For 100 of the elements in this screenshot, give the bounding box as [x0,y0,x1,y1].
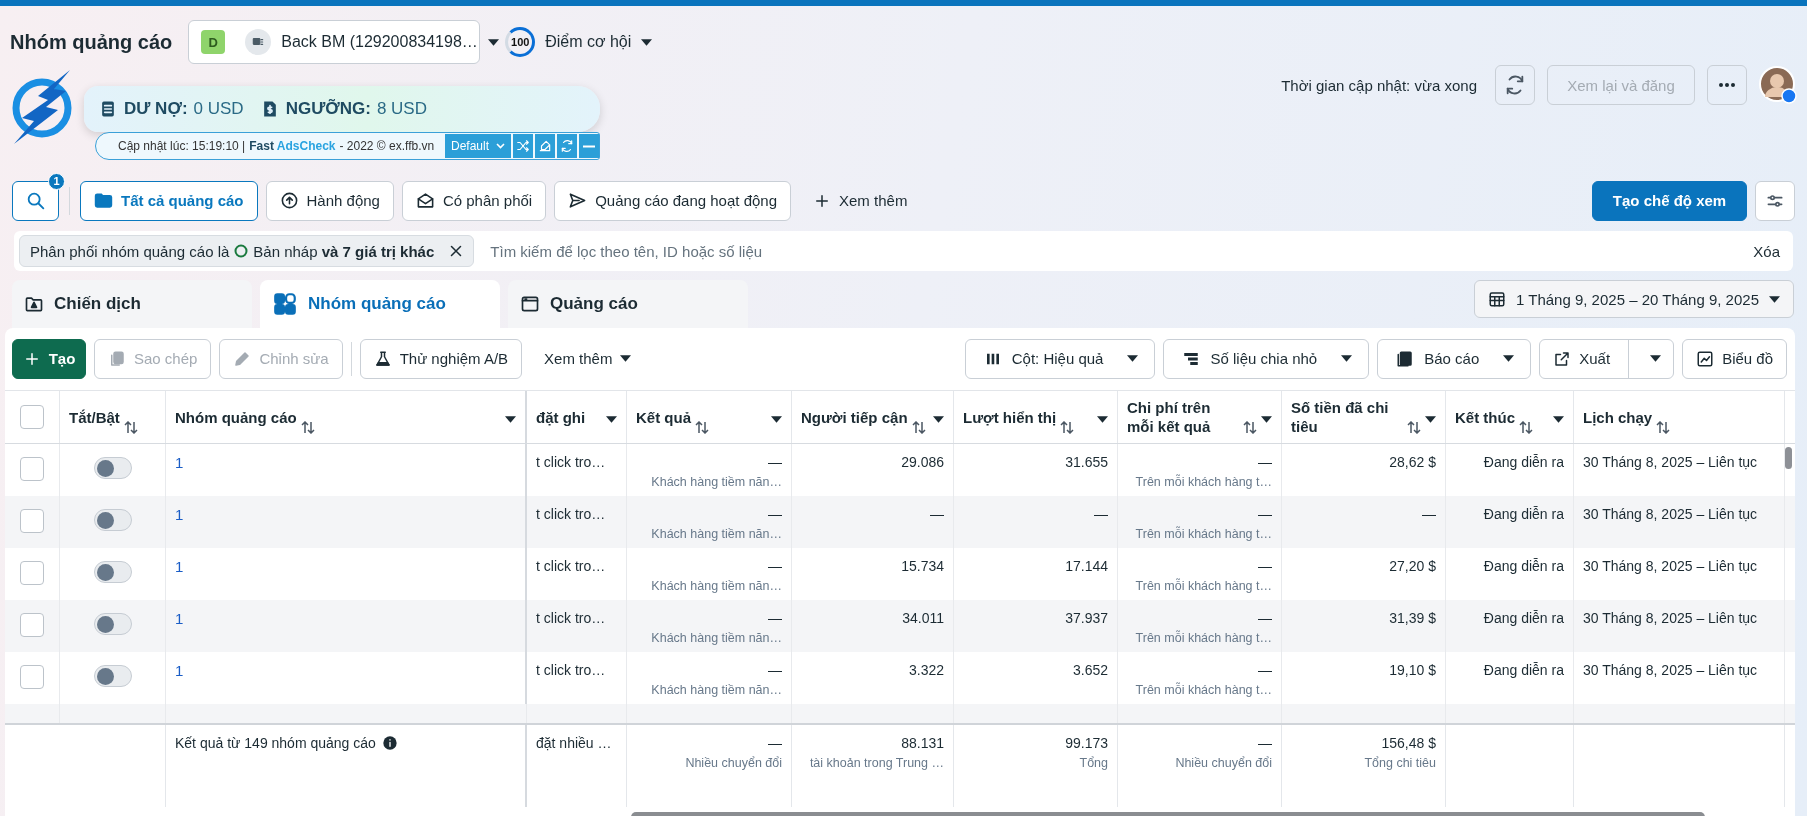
view-tab[interactable]: Có phân phối [401,180,547,221]
toggle-switch[interactable] [93,561,132,583]
book-icon [1396,349,1415,368]
create-view-button[interactable]: Tạo chế độ xem [1592,180,1747,221]
ad-set-link[interactable]: 1 [175,558,184,575]
more-options-button[interactable] [1707,65,1747,105]
table-cell: t click tro… [536,506,606,522]
export-button[interactable]: Xuất [1539,338,1675,379]
ad-set-link[interactable]: 1 [175,506,184,523]
table-cell: — [1422,506,1436,522]
table-cell: đặt nhiều … [536,735,612,751]
row-checkbox[interactable] [20,457,44,481]
threshold-value: 8 USD [376,99,427,119]
scrollbar[interactable] [1785,447,1792,469]
ad-set-link[interactable]: 1 [175,454,184,471]
caret-icon [620,355,632,362]
table-cell: Đang diễn ra [1483,662,1564,678]
ad-set-link[interactable]: 1 [175,662,184,679]
table-cell: — [768,506,782,522]
row-checkbox[interactable] [20,561,44,585]
toggle-switch[interactable] [93,457,132,479]
refresh-button[interactable] [1495,65,1535,105]
filter-value: Bản nháp và 7 giá trị khác [253,242,435,260]
folder-icon [24,294,44,314]
columns-menu-button[interactable]: Cột: Hiệu quả [964,338,1156,379]
export-icon [1553,349,1572,368]
view-tab[interactable]: Hành động [265,180,394,221]
grid-icon [272,291,298,317]
update-time-text: Thời gian cập nhật: vừa xong [1281,76,1477,94]
table-cell: 3.652 [1072,662,1108,678]
status-ring-icon [234,244,249,258]
copyright-text: - 2022 © ex.ffb.vn [339,139,435,153]
table-cell: 19,10 $ [1389,662,1436,678]
shuffle-button[interactable] [513,134,533,158]
cell-subtext: Khách hàng tiềm năn… [650,683,782,697]
table-cell: 28,62 $ [1389,454,1436,470]
caret-icon [1261,415,1272,423]
brand-name: Fast AdsCheck [249,139,336,153]
shuffle-icon [516,139,530,153]
caret-icon [641,38,653,46]
row-checkbox[interactable] [20,665,44,689]
table-cell: Đang diễn ra [1483,506,1564,522]
reports-menu-button[interactable]: Báo cáo [1377,338,1532,379]
row-checkbox[interactable] [20,613,44,637]
avatar[interactable] [1759,66,1797,104]
filter-chip[interactable]: Phân phối nhóm quảng cáo là Bản nháp và 7 giá trị khác [19,235,475,267]
table-cell: — [1258,662,1272,678]
more-icon [1719,83,1735,87]
opportunity-score-button[interactable]: 100 Điểm cơ hội [494,20,664,64]
cell-subtext: Nhiều chuyển đổi [684,756,782,770]
ab-test-button[interactable]: Thử nghiệm A/B [359,338,523,379]
table-cell: 88.131 [901,735,944,751]
date-range-picker[interactable]: 1 Tháng 9, 2025 – 20 Tháng 9, 2025 [1474,280,1794,318]
sync-button[interactable] [557,134,577,158]
caret-icon [606,415,617,423]
more-views-button[interactable]: Xem thêm [799,180,922,221]
table-cell: — [1258,454,1272,470]
view-tab[interactable]: Tất cả quảng cáo [80,180,258,221]
table-cell: — [768,610,782,626]
account-badge: D [201,30,226,54]
table-cell: 15.734 [901,558,944,574]
sort-icon [1656,421,1671,434]
toggle-switch[interactable] [93,509,132,531]
settings-button[interactable] [1755,180,1795,221]
clear-link[interactable]: Xóa [1753,242,1780,260]
level-tab[interactable]: Quảng cáo [508,280,748,328]
minimize-icon [582,144,596,148]
chart-button[interactable]: Biểu đồ [1682,338,1787,379]
breakdown-menu-button[interactable]: Số liệu chia nhỏ [1163,338,1370,379]
pencil-icon [233,349,252,368]
table-cell: 17.144 [1065,558,1108,574]
toggle-switch[interactable] [93,665,132,687]
edit-button[interactable] [535,134,555,158]
caret-icon [487,38,499,46]
caret-icon [1127,355,1139,362]
select-all-checkbox[interactable] [20,405,44,429]
chart-icon [1696,349,1715,368]
envelope-icon [415,191,435,210]
table-cell: 30 Tháng 8, 2025 – Liên tục [1583,558,1758,574]
copy-icon [108,349,126,368]
cell-subtext: Tổng chi tiêu [1363,756,1436,770]
level-tab[interactable]: Nhóm quảng cáo [260,280,500,328]
more-menu-button[interactable]: Xem thêm [530,338,646,379]
filter-text: Phân phối nhóm quảng cáo là [30,242,230,260]
view-tab[interactable]: Quảng cáo đang hoạt động [554,180,791,221]
toggle-switch[interactable] [93,613,132,635]
table-cell: Đang diễn ra [1483,558,1564,574]
row-checkbox[interactable] [20,509,44,533]
cell-subtext: Trên mỗi khách hàng t… [1134,631,1272,645]
ad-set-link[interactable]: 1 [175,610,184,627]
level-tab[interactable]: Chiến dịch [12,280,252,328]
create-button[interactable]: Tạo [12,338,86,379]
table-cell: 27,20 $ [1389,558,1436,574]
minimize-button[interactable] [579,134,599,158]
search-field[interactable]: Phân phối nhóm quảng cáo là Bản nháp và 7 giá trị khác Tìm kiếm để lọc theo tên, ID hoặc số liệu Xóa [14,231,1793,271]
caret-icon [771,415,782,423]
window-icon [520,294,540,314]
sort-icon [695,421,709,434]
table-cell: — [930,506,944,522]
table-cell: — [768,662,782,678]
